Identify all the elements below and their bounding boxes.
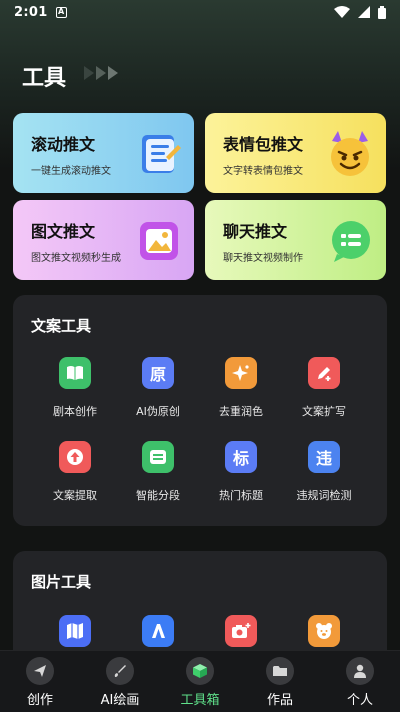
camera-plus-icon [225, 615, 257, 647]
tool-label: AI伪原创 [136, 405, 180, 418]
bottom-navigation: 创作 AI绘画 工具箱 作品 个人 [0, 650, 400, 712]
person-icon [346, 657, 374, 685]
tool-image-1[interactable] [30, 615, 120, 647]
section-title: 文案工具 [31, 317, 92, 335]
paper-plane-icon [26, 657, 54, 685]
devil-emoji-icon [331, 131, 369, 176]
notification-badge: A [55, 6, 67, 18]
nav-label: 作品 [266, 693, 293, 708]
tool-hot-title[interactable]: 标 热门标题 [196, 441, 286, 503]
wifi-icon [334, 6, 350, 18]
nav-label: AI绘画 [100, 693, 140, 708]
nav-label: 创作 [26, 693, 53, 708]
segment-icon [142, 441, 174, 473]
tool-label: 热门标题 [219, 489, 263, 502]
tool-label: 剧本创作 [53, 405, 97, 418]
signal-icon [358, 6, 370, 18]
title-decoration-icon [84, 66, 124, 80]
tool-label: 文案提取 [53, 489, 97, 502]
yuan-char-icon: 原 [142, 357, 174, 389]
tool-segment[interactable]: 智能分段 [113, 441, 203, 503]
tool-image-3[interactable] [196, 615, 286, 647]
upload-arrow-icon [59, 441, 91, 473]
cube-icon [186, 657, 214, 685]
brush-icon [106, 657, 134, 685]
nav-label: 个人 [346, 693, 373, 708]
tool-image-4[interactable] [279, 615, 369, 647]
card-meme-post[interactable]: 表情包推文 文字转表情包推文 [205, 113, 386, 193]
nav-label: 工具箱 [180, 693, 220, 708]
tool-expand[interactable]: 文案扩写 [279, 357, 369, 419]
tool-label: 去重润色 [219, 405, 263, 418]
page-title: 工具 [22, 66, 67, 91]
nav-ai-drawing[interactable]: AI绘画 [80, 657, 160, 708]
nav-works[interactable]: 作品 [240, 657, 320, 708]
tool-ai-rewrite[interactable]: 原 AI伪原创 [113, 357, 203, 419]
nav-create[interactable]: 创作 [0, 657, 80, 708]
tool-script-writing[interactable]: 剧本创作 [30, 357, 120, 419]
biao-char-icon: 标 [225, 441, 257, 473]
tool-label: 文案扩写 [302, 405, 346, 418]
tool-label: 违规词检测 [296, 489, 352, 502]
card-chat-post[interactable]: 聊天推文 聊天推文视频制作 [205, 200, 386, 280]
tool-violation-check[interactable]: 违 违规词检测 [279, 441, 369, 503]
status-time: 2:01 [14, 4, 48, 20]
section-title: 图片工具 [31, 573, 92, 591]
nav-toolbox[interactable]: 工具箱 [160, 657, 240, 708]
folder-icon [266, 657, 294, 685]
pen-plus-icon [308, 357, 340, 389]
tool-image-2[interactable] [113, 615, 203, 647]
book-icon [59, 357, 91, 389]
tool-polish[interactable]: 去重润色 [196, 357, 286, 419]
map-icon [59, 615, 91, 647]
wei-char-icon: 违 [308, 441, 340, 473]
letter-a-icon [142, 615, 174, 647]
copy-tools-panel: 文案工具 剧本创作 原 AI伪原创 去重润色 文案扩写 文案提取 智能分段 标 … [13, 295, 387, 526]
notebook-icon [142, 135, 181, 173]
sparkle-icon [225, 357, 257, 389]
status-bar: 2:01 A [0, 0, 400, 24]
tool-label: 智能分段 [136, 489, 180, 502]
image-card-icon [140, 222, 178, 260]
nav-profile[interactable]: 个人 [320, 657, 400, 708]
tool-extract[interactable]: 文案提取 [30, 441, 120, 503]
card-scroll-post[interactable]: 滚动推文 一键生成滚动推文 [13, 113, 194, 193]
bear-icon [308, 615, 340, 647]
chat-bubble-icon [332, 221, 370, 262]
battery-icon [378, 5, 386, 19]
card-image-text-post[interactable]: 图文推文 图文推文视频秒生成 [13, 200, 194, 280]
